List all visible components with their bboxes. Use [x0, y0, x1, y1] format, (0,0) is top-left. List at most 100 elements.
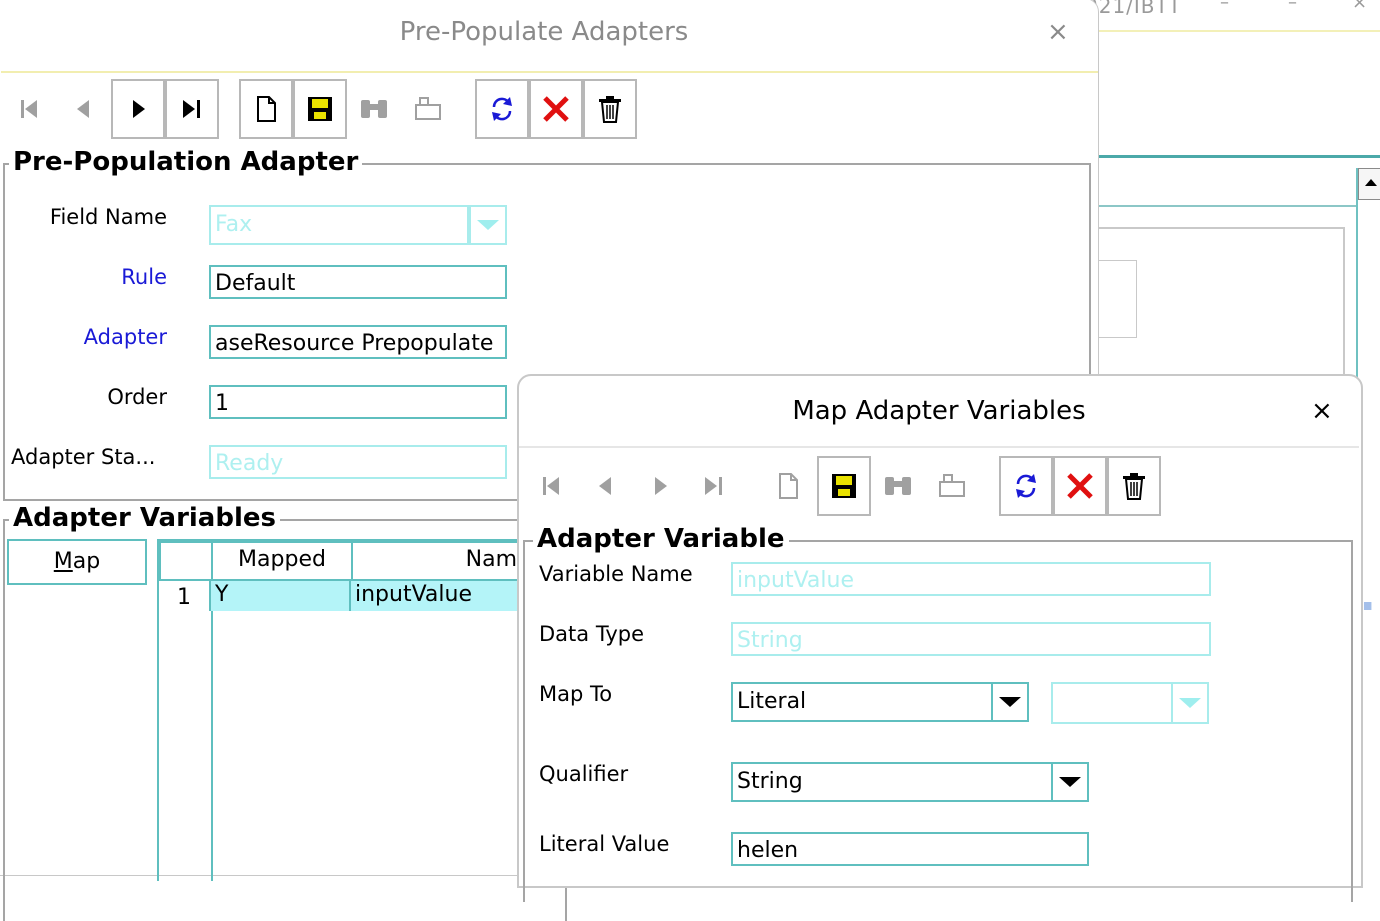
background-band — [1098, 155, 1380, 158]
refresh-button[interactable] — [999, 456, 1053, 516]
background-panel-line — [1098, 205, 1356, 207]
first-record-button[interactable] — [527, 458, 577, 514]
window-close-icon[interactable]: × — [1352, 0, 1367, 13]
scroll-up-button[interactable] — [1358, 168, 1380, 200]
grid-cell-mapped[interactable]: Y — [211, 581, 351, 611]
previous-record-icon — [599, 477, 611, 495]
column-header-mapped[interactable]: Mapped — [211, 541, 353, 581]
variable-name-field: inputValue — [731, 562, 1211, 596]
literal-value-field[interactable]: helen — [731, 832, 1089, 866]
row-number: 1 — [159, 581, 211, 611]
chevron-down-icon — [1179, 698, 1201, 708]
find-binoculars-icon — [361, 100, 387, 118]
next-record-button[interactable] — [635, 458, 685, 514]
map-button-mnemonic: M — [53, 549, 73, 574]
new-record-button[interactable] — [763, 458, 813, 514]
first-record-button[interactable] — [5, 81, 55, 137]
background-window-title: 021/IBTT — [1085, 0, 1182, 18]
last-record-icon — [705, 477, 722, 495]
close-icon[interactable]: × — [1311, 396, 1333, 426]
adapter-variables-grid[interactable]: Mapped Nam 1 Y inputValue — [157, 539, 523, 881]
save-icon — [832, 474, 856, 498]
column-header-name[interactable]: Nam — [351, 541, 523, 581]
save-button[interactable] — [817, 456, 871, 516]
next-record-icon — [133, 100, 145, 118]
first-record-icon — [543, 477, 559, 495]
rule-field[interactable]: Default — [209, 265, 507, 299]
previous-record-button[interactable] — [59, 81, 109, 137]
adapter-variable-group-title: Adapter Variable — [533, 524, 789, 554]
chevron-down-icon — [999, 697, 1021, 707]
scroll-grip-icon[interactable]: ═ ═ — [1364, 598, 1378, 614]
refresh-icon — [492, 97, 512, 121]
data-type-label: Data Type — [539, 622, 645, 646]
delete-button[interactable] — [583, 79, 637, 139]
qualifier-label: Qualifier — [539, 762, 629, 786]
literal-value-label: Literal Value — [539, 832, 670, 856]
rule-label-link[interactable]: Rule — [9, 265, 167, 289]
field-name-dropdown-button[interactable] — [469, 205, 507, 245]
refresh-button[interactable] — [475, 79, 529, 139]
adapter-status-field: Ready — [209, 445, 507, 479]
map-to-combo[interactable]: Literal — [731, 682, 993, 722]
chevron-down-icon — [1059, 777, 1081, 787]
qualifier-dropdown-button[interactable] — [1051, 762, 1089, 802]
dialog-title: Map Adapter Variables — [792, 396, 1086, 426]
title-separator — [1, 71, 1098, 73]
save-icon — [308, 97, 332, 121]
last-record-icon — [183, 100, 200, 118]
map-button-label: ap — [72, 549, 101, 574]
prepopulation-adapter-group-title: Pre-Population Adapter — [9, 147, 363, 177]
refresh-icon — [1016, 474, 1036, 498]
delete-button[interactable] — [1107, 456, 1161, 516]
close-icon[interactable]: × — [1047, 17, 1069, 47]
next-record-icon — [655, 477, 667, 495]
data-type-field: String — [731, 622, 1211, 656]
first-record-icon — [21, 100, 37, 118]
previous-record-button[interactable] — [581, 458, 631, 514]
adapter-label-link[interactable]: Adapter — [9, 325, 167, 349]
delete-trash-icon — [1123, 473, 1145, 500]
cancel-button[interactable] — [1053, 456, 1107, 516]
new-record-button[interactable] — [239, 79, 293, 139]
map-to-dropdown-button[interactable] — [991, 682, 1029, 722]
map-adapter-variables-dialog: Map Adapter Variables × Adapter Variable… — [517, 374, 1363, 902]
last-record-button[interactable] — [165, 79, 219, 139]
background-panel-inner — [1098, 260, 1137, 338]
query-icon — [939, 474, 965, 497]
cancel-button[interactable] — [529, 79, 583, 139]
order-label: Order — [107, 385, 167, 409]
previous-record-icon — [77, 100, 89, 118]
query-button[interactable] — [403, 81, 453, 137]
new-document-icon — [779, 473, 798, 499]
map-to-label: Map To — [539, 682, 613, 706]
map-to-secondary-dropdown-button — [1171, 682, 1209, 724]
background-divider — [1098, 30, 1380, 32]
variable-name-label: Variable Name — [539, 562, 693, 586]
dialog-title: Pre-Populate Adapters — [399, 17, 689, 47]
adapter-field[interactable]: aseResource Prepopulate — [209, 325, 507, 359]
order-field[interactable]: 1 — [209, 385, 507, 419]
chevron-down-icon — [477, 220, 499, 230]
find-button[interactable] — [349, 81, 399, 137]
save-button[interactable] — [293, 79, 347, 139]
next-record-button[interactable] — [111, 79, 165, 139]
title-separator — [519, 446, 1359, 448]
maximize-icon[interactable]: – — [1288, 0, 1297, 13]
minimize-icon[interactable]: – — [1220, 0, 1229, 13]
grid-column-divider — [211, 611, 213, 881]
cancel-x-icon — [543, 96, 569, 122]
field-name-label: Field Name — [49, 205, 167, 229]
field-name-combo[interactable]: Fax — [209, 205, 469, 245]
map-to-secondary-combo — [1051, 682, 1173, 724]
adapter-status-label: Adapter Sta... — [11, 445, 156, 469]
grid-cell-name[interactable]: inputValue — [351, 581, 523, 611]
query-button[interactable] — [927, 458, 977, 514]
grid-corner-header — [159, 541, 213, 581]
last-record-button[interactable] — [689, 458, 739, 514]
qualifier-combo[interactable]: String — [731, 762, 1053, 802]
find-button[interactable] — [873, 458, 923, 514]
find-binoculars-icon — [885, 477, 911, 495]
query-icon — [415, 97, 441, 120]
map-button[interactable]: Map — [7, 539, 147, 585]
